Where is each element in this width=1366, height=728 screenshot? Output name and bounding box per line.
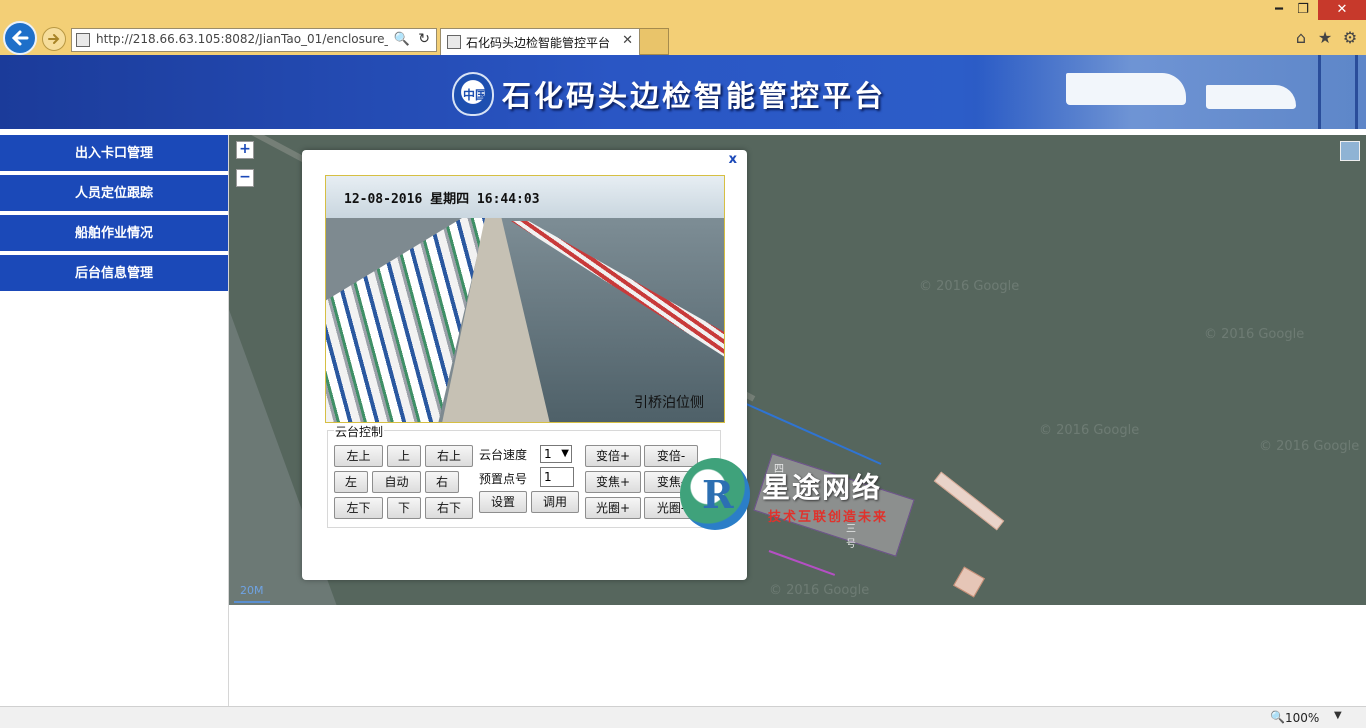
search-icon[interactable]: 🔍 [394, 32, 410, 47]
magnifier-icon: 🔍 [1270, 710, 1285, 724]
ptz-up-left-button[interactable]: 左上 [334, 445, 383, 467]
brand-letter: R [702, 472, 734, 517]
ptz-call-preset-button[interactable]: 调用 [531, 491, 579, 513]
crane-image [1318, 55, 1358, 129]
brand-name: 星途网络 [762, 471, 883, 504]
ptz-up-button[interactable]: 上 [387, 445, 421, 467]
map-watermark: © 2016 Google [1039, 423, 1140, 438]
favorites-star-icon[interactable]: ★ [1315, 28, 1335, 48]
ptz-auto-button[interactable]: 自动 [372, 471, 421, 493]
ptz-focus-in-button[interactable]: 变焦+ [585, 471, 641, 493]
sidebar-item-ship-operations[interactable]: 船舶作业情况 [0, 215, 228, 251]
ptz-preset-input[interactable]: 1 [540, 467, 574, 487]
video-camera-label: 引桥泊位侧 [634, 395, 704, 411]
ptz-zoom-in-button[interactable]: 变倍+ [585, 445, 641, 467]
refresh-icon[interactable]: ↻ [418, 31, 430, 47]
map-zoom-in-button[interactable]: + [236, 141, 254, 159]
home-icon[interactable]: ⌂ [1291, 28, 1311, 48]
ptz-iris-in-button[interactable]: 光圈+ [585, 497, 641, 519]
tab-favicon-icon [447, 35, 461, 49]
tab-platform[interactable]: 石化码头边检智能管控平台 ✕ [440, 28, 640, 55]
new-tab-button[interactable] [640, 28, 669, 55]
map-pier [933, 471, 1005, 531]
ship-image [1066, 73, 1186, 105]
map-watermark: © 2016 Google [1204, 327, 1305, 342]
ptz-legend: 云台控制 [334, 423, 385, 440]
map-boundary-line [768, 550, 836, 576]
brand-slogan: 技术互联创造未来 [768, 510, 889, 525]
ptz-preset-label: 预置点号 [479, 472, 528, 486]
sidebar: 出入卡口管理 人员定位跟踪 船舶作业情况 后台信息管理 [0, 135, 229, 706]
chevron-down-icon: ▼ [561, 448, 569, 459]
ptz-set-preset-button[interactable]: 设置 [479, 491, 527, 513]
address-url[interactable]: http://218.66.63.105:8082/JianTao_01/enc… [96, 32, 388, 46]
back-button[interactable] [3, 21, 37, 55]
ptz-up-right-button[interactable]: 右上 [425, 445, 473, 467]
ptz-speed-select[interactable]: 1 ▼ [540, 445, 572, 463]
ptz-left-button[interactable]: 左 [334, 471, 368, 493]
zoom-level[interactable]: 100% [1285, 711, 1319, 725]
sidebar-item-backend-management[interactable]: 后台信息管理 [0, 255, 228, 291]
map-layer-toggle-icon[interactable] [1340, 141, 1360, 161]
border-inspection-emblem-icon: 中国 [452, 72, 494, 116]
settings-gear-icon[interactable]: ⚙ [1340, 28, 1360, 48]
ptz-down-left-button[interactable]: 左下 [334, 497, 383, 519]
tab-title: 石化码头边检智能管控平台 [466, 36, 611, 50]
map-watermark: © 2016 Google [1259, 439, 1360, 454]
forward-button[interactable] [42, 27, 66, 51]
page-favicon-icon [76, 33, 90, 47]
map-zoom-out-button[interactable]: − [236, 169, 254, 187]
forward-icon [48, 34, 60, 44]
chevron-down-icon[interactable]: ▼ [1334, 710, 1342, 721]
video-timestamp: 12-08-2016 星期四 16:44:03 [344, 192, 540, 207]
map-watermark: © 2016 Google [769, 583, 870, 598]
window-minimize-button[interactable]: ━ [1268, 0, 1290, 20]
sidebar-item-gate-management[interactable]: 出入卡口管理 [0, 135, 228, 171]
emblem-text: 中国 [463, 88, 488, 102]
map-watermark: © 2016 Google [919, 279, 1020, 294]
ptz-speed-label: 云台速度 [479, 448, 528, 462]
map-pier-head [953, 566, 985, 598]
ship-image [1206, 85, 1296, 109]
window-close-button[interactable]: ✕ [1318, 0, 1366, 20]
map-boundary-line [743, 402, 882, 465]
app-header: 中国 石化码头边检智能管控平台 [0, 55, 1366, 129]
window-maximize-button[interactable]: ❐ [1292, 0, 1314, 20]
ptz-down-right-button[interactable]: 右下 [425, 497, 473, 519]
camera-video-feed[interactable]: 12-08-2016 星期四 16:44:03 引桥泊位侧 [325, 175, 725, 423]
ptz-down-button[interactable]: 下 [387, 497, 421, 519]
sidebar-item-personnel-tracking[interactable]: 人员定位跟踪 [0, 175, 228, 211]
address-bar[interactable]: http://218.66.63.105:8082/JianTao_01/enc… [71, 28, 437, 52]
brand-r-logo-icon: R [680, 458, 750, 530]
brand-watermark-logo: R 星途网络 技术互联创造未来 [678, 458, 908, 532]
popup-close-button[interactable]: x [729, 152, 737, 167]
browser-chrome: http://218.66.63.105:8082/JianTao_01/enc… [0, 0, 1366, 55]
tab-close-icon[interactable]: ✕ [622, 33, 633, 48]
browser-status-bar: 🔍 100% ▼ [0, 706, 1366, 728]
back-icon [11, 30, 29, 46]
ptz-control-panel: 云台控制 左上 上 右上 左 自动 右 左下 下 右下 云台速度 1 ▼ 预置点… [327, 423, 721, 528]
ptz-speed-value: 1 [544, 447, 552, 461]
ptz-right-button[interactable]: 右 [425, 471, 459, 493]
header-ships-image [976, 55, 1366, 129]
map-scale-bar: 20M [234, 583, 270, 603]
page-title: 石化码头边检智能管控平台 [502, 79, 887, 113]
